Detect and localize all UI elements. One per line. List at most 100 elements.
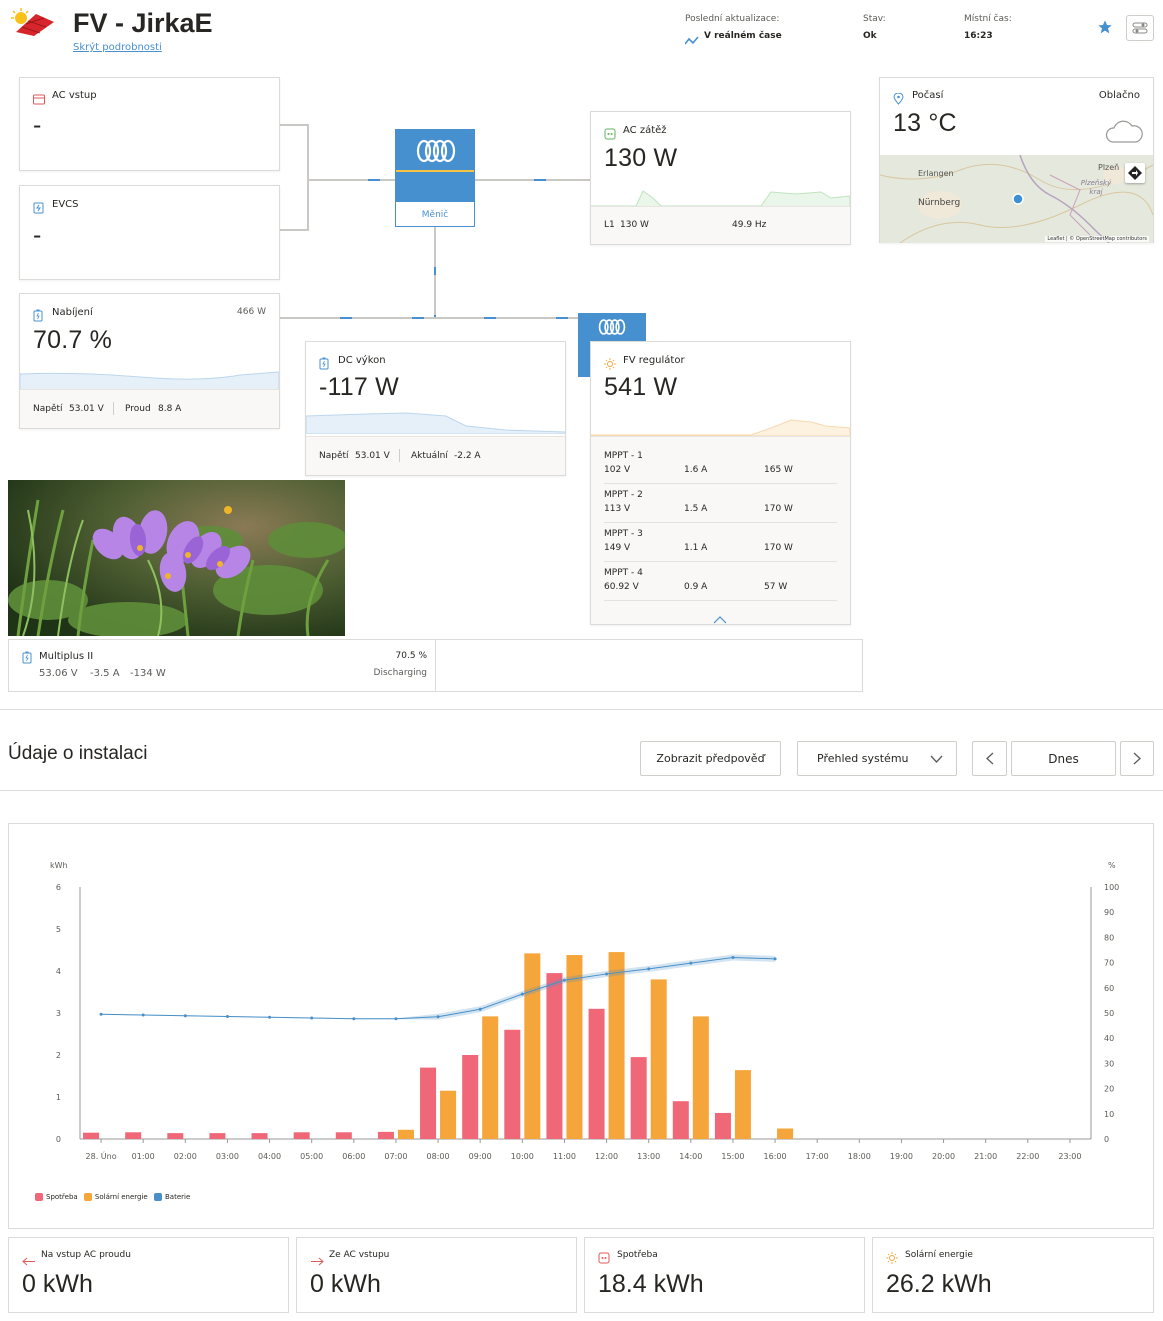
battery-sparkline bbox=[19, 368, 280, 391]
x-tick-label: 15:00 bbox=[721, 1152, 744, 1161]
ac-input-card[interactable]: AC vstup - bbox=[19, 77, 280, 171]
multiplus-soc: 70.5 % bbox=[395, 651, 427, 661]
battery-point bbox=[141, 1013, 145, 1017]
favorite-star-icon[interactable] bbox=[1097, 19, 1113, 35]
mppt-current: 0.9 A bbox=[684, 582, 708, 592]
chevron-down-icon bbox=[930, 754, 943, 767]
y-tick-label: 4 bbox=[56, 967, 61, 976]
battery-card[interactable]: Nabíjení 466 W 70.7 % Napětí 53.01 V Pro… bbox=[19, 293, 280, 429]
pv-charger-sparkline bbox=[590, 412, 851, 437]
map-label-plzen: Plzeň bbox=[1098, 163, 1120, 172]
date-display[interactable]: Dnes bbox=[1011, 741, 1116, 776]
battery-point bbox=[520, 992, 524, 996]
evcs-card[interactable]: EVCS - bbox=[19, 185, 280, 280]
consumption-bar bbox=[630, 1057, 647, 1139]
x-tick-label: 23:00 bbox=[1058, 1152, 1081, 1161]
ac-load-l1-value: 130 W bbox=[620, 220, 649, 230]
battery-point bbox=[773, 957, 777, 961]
y2-tick-label: 0 bbox=[1104, 1135, 1109, 1144]
x-tick-label: 22:00 bbox=[1016, 1152, 1039, 1161]
y2-tick-label: 20 bbox=[1104, 1085, 1114, 1094]
y2-tick-label: 70 bbox=[1104, 959, 1114, 968]
ac-input-label: AC vstup bbox=[52, 90, 97, 101]
multiplus-current: -3.5 A bbox=[90, 668, 120, 679]
x-tick-label: 01:00 bbox=[132, 1152, 155, 1161]
multiplus-row[interactable]: Multiplus II 70.5 % 53.06 V -3.5 A -134 … bbox=[8, 639, 863, 692]
show-forecast-button[interactable]: Zobrazit předpověď bbox=[640, 741, 781, 776]
consumption-bar bbox=[420, 1067, 437, 1139]
energy-chart-panel: kWh% 0 1 2 3 4 5 6 0 10 20 30 40 50 60 70 80 90 100 28. Úno… bbox=[8, 823, 1154, 1229]
chevron-left-icon bbox=[985, 752, 993, 765]
legend-item-solar[interactable]: Solární energie bbox=[83, 1193, 148, 1201]
settings-toggle-button[interactable] bbox=[1126, 15, 1154, 41]
next-day-button[interactable] bbox=[1120, 741, 1154, 776]
section-divider bbox=[0, 790, 1163, 791]
legend-item-consumption[interactable]: Spotřeba bbox=[35, 1193, 78, 1201]
dc-power-sparkline bbox=[305, 408, 566, 435]
mppt-current: 1.1 A bbox=[684, 543, 708, 553]
hide-details-link[interactable]: Skrýt podrobnosti bbox=[73, 42, 162, 53]
y-tick-label: 3 bbox=[56, 1009, 61, 1018]
dc-current-label: Aktuální bbox=[411, 451, 448, 461]
location-pin-icon bbox=[893, 90, 904, 105]
y-tick-label: 0 bbox=[56, 1135, 61, 1144]
x-tick-label: 28. Úno bbox=[86, 1150, 117, 1161]
battery-icon bbox=[33, 307, 44, 322]
energy-chart[interactable]: kWh %0123456010203040506070809010028. Úno… bbox=[9, 824, 1153, 1228]
mppt-name: MPPT - 2 bbox=[604, 490, 643, 500]
ac-plug-icon bbox=[33, 90, 45, 105]
inverter-node[interactable]: Měnič bbox=[395, 129, 475, 227]
consumption-icon bbox=[598, 1249, 610, 1268]
pv-charger-card[interactable]: FV regulátor 541 W MPPT - 1 102 V 1.6 A … bbox=[590, 341, 851, 625]
x-tick-label: 19:00 bbox=[890, 1152, 913, 1161]
consumption-bar bbox=[293, 1132, 310, 1139]
y-tick-label: 2 bbox=[56, 1051, 61, 1060]
view-select-dropdown[interactable]: Přehled systému bbox=[797, 741, 957, 776]
x-tick-label: 16:00 bbox=[764, 1152, 787, 1161]
map-directions-button[interactable] bbox=[1125, 163, 1145, 183]
weather-map[interactable]: Erlangen Nürnberg Plzeň Plzeňský kraj Le… bbox=[880, 155, 1153, 243]
multiplus-cell[interactable]: Multiplus II 70.5 % 53.06 V -3.5 A -134 … bbox=[9, 640, 436, 691]
battery-power: 466 W bbox=[237, 307, 266, 317]
ac-load-card[interactable]: AC zátěž 130 W L1 130 W 49.9 Hz bbox=[590, 111, 851, 245]
x-tick-label: 07:00 bbox=[384, 1152, 407, 1161]
consumption-bar bbox=[251, 1133, 268, 1139]
dc-power-value: -117 W bbox=[319, 373, 399, 401]
weather-card[interactable]: Počasí Oblačno 13 °C Erlangen Nürnberg P… bbox=[879, 77, 1154, 243]
legend-item-battery[interactable]: Baterie bbox=[153, 1193, 190, 1201]
mppt-current: 1.6 A bbox=[684, 465, 708, 475]
cloud-icon bbox=[1104, 116, 1144, 150]
x-tick-label: 12:00 bbox=[595, 1152, 618, 1161]
mppt-power: 57 W bbox=[764, 582, 788, 592]
x-tick-label: 20:00 bbox=[932, 1152, 955, 1161]
pv-charger-label: FV regulátor bbox=[623, 355, 685, 366]
x-tick-label: 04:00 bbox=[258, 1152, 281, 1161]
ac-load-value: 130 W bbox=[604, 144, 678, 172]
y2-tick-label: 40 bbox=[1104, 1034, 1114, 1043]
dc-current: -2.2 A bbox=[454, 451, 481, 461]
x-tick-label: 10:00 bbox=[511, 1152, 534, 1161]
mppt-row: MPPT - 2 113 V 1.5 A 170 W bbox=[604, 484, 837, 523]
mppt-voltage: 113 V bbox=[604, 504, 631, 514]
x-tick-label: 09:00 bbox=[469, 1152, 492, 1161]
y2-tick-label: 10 bbox=[1104, 1110, 1114, 1119]
mppt-row: MPPT - 4 60.92 V 0.9 A 57 W bbox=[604, 562, 837, 601]
y-tick-label: 5 bbox=[56, 925, 61, 934]
battery-point bbox=[99, 1012, 103, 1016]
y2-tick-label: 90 bbox=[1104, 908, 1114, 917]
consumption-bar bbox=[377, 1131, 394, 1139]
x-tick-label: 05:00 bbox=[300, 1152, 323, 1161]
sun-icon bbox=[604, 355, 616, 370]
arrow-right-icon bbox=[310, 1251, 324, 1270]
summary-card-solar: Solární energie 26.2 kWh bbox=[872, 1237, 1154, 1313]
multiplus-name: Multiplus II bbox=[39, 651, 94, 662]
x-tick-label: 06:00 bbox=[342, 1152, 365, 1161]
previous-day-button[interactable] bbox=[972, 741, 1007, 776]
mppt-row: MPPT - 3 149 V 1.1 A 170 W bbox=[604, 523, 837, 562]
dc-power-card[interactable]: DC výkon -117 W Napětí 53.01 V Aktuální … bbox=[305, 341, 566, 476]
last-update-label: Poslední aktualizace: bbox=[685, 14, 780, 24]
collapse-chevron-up-icon[interactable] bbox=[713, 609, 727, 628]
ac-load-l1-label: L1 bbox=[604, 220, 615, 230]
site-logo bbox=[10, 8, 58, 36]
battery-footer-divider bbox=[113, 402, 114, 415]
